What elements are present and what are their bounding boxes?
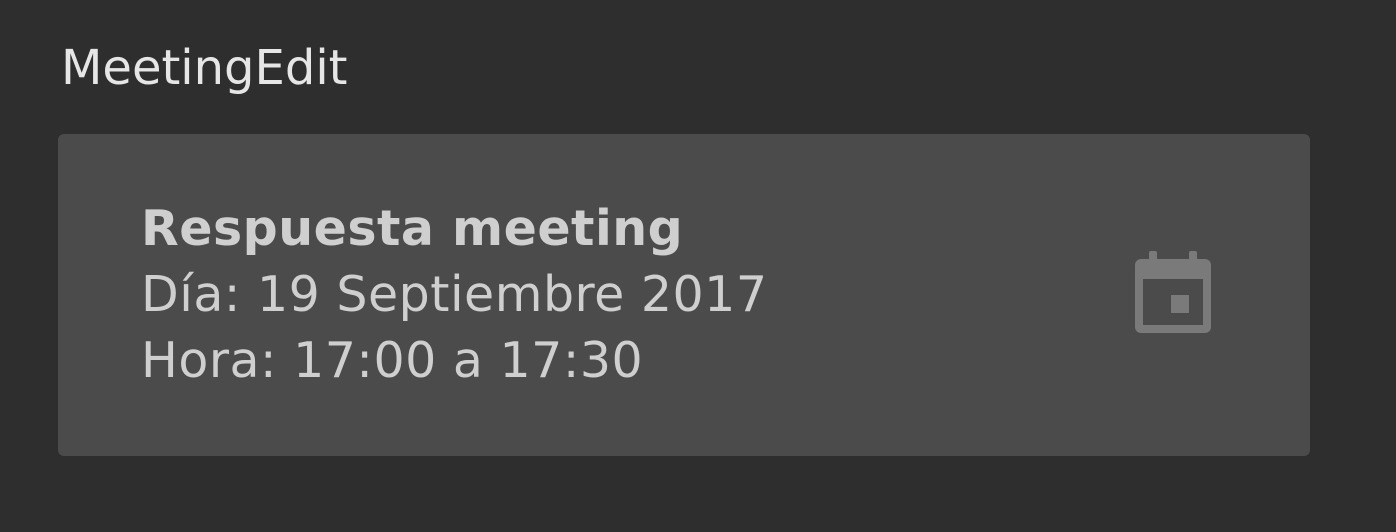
meeting-subject: Respuesta meeting [141,200,684,257]
meeting-details: Respuesta meeting Día: 19 Septiembre 201… [141,196,768,394]
widget-title: MeetingEdit [61,40,348,96]
calendar-icon[interactable] [1135,251,1211,333]
meeting-time: Hora: 17:00 a 17:30 [141,332,644,389]
meeting-day: Día: 19 Septiembre 2017 [141,266,768,323]
meeting-card[interactable]: Respuesta meeting Día: 19 Septiembre 201… [58,134,1310,456]
